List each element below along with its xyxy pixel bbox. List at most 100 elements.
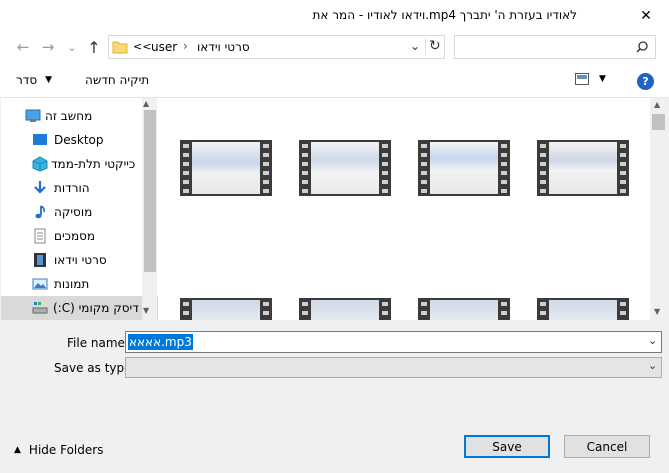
film-sprocket xyxy=(183,311,189,315)
chevron-down-icon: ⌄ xyxy=(67,40,77,54)
film-sprocket xyxy=(382,171,388,175)
organize-button[interactable]: סדר ▼ xyxy=(16,73,52,87)
file-name-field[interactable]: אאאא.mp3 ⌄ xyxy=(125,331,662,353)
film-sprocket xyxy=(620,162,626,166)
scroll-down-icon[interactable]: ▼ xyxy=(143,306,149,315)
sidebar-item-desktop[interactable]: Desktop xyxy=(1,128,142,152)
film-sprocket xyxy=(263,144,269,148)
film-sprocket xyxy=(382,189,388,193)
film-sprocket xyxy=(501,162,507,166)
film-sprocket xyxy=(421,162,427,166)
drive-icon xyxy=(32,302,48,314)
up-button[interactable]: ↑ xyxy=(85,37,103,57)
film-sprocket xyxy=(183,153,189,157)
sidebar-item-this-pc[interactable]: מחשב זה xyxy=(1,104,127,128)
file-list xyxy=(158,98,650,320)
view-options-button[interactable]: ▼ xyxy=(575,73,606,85)
sidebar-item-downloads[interactable]: הורדות xyxy=(1,176,142,200)
film-sprocket xyxy=(501,144,507,148)
film-sprocket xyxy=(263,302,269,306)
film-sprocket xyxy=(263,180,269,184)
breadcrumb-overflow[interactable]: << xyxy=(133,40,151,53)
sidebar-label-this-pc: מחשב זה xyxy=(45,109,93,123)
video-thumbnail[interactable] xyxy=(299,298,391,320)
3d-objects-icon xyxy=(32,156,48,172)
film-sprocket xyxy=(540,144,546,148)
help-icon: ? xyxy=(642,75,649,88)
film-sprocket xyxy=(183,162,189,166)
back-arrow-icon: ← xyxy=(16,38,30,56)
film-sprocket xyxy=(620,144,626,148)
thumbnail-frame xyxy=(311,142,379,194)
film-sprocket xyxy=(540,153,546,157)
film-sprocket xyxy=(421,311,427,315)
sidebar-item-pictures[interactable]: תמונות xyxy=(1,272,142,296)
search-box[interactable] xyxy=(454,35,656,59)
address-divider xyxy=(425,38,426,56)
view-dropdown-icon: ▼ xyxy=(599,74,606,84)
film-sprocket xyxy=(382,302,388,306)
hide-folders-button[interactable]: ▲ Hide Folders xyxy=(14,443,103,457)
forward-arrow-icon: → xyxy=(41,38,55,56)
video-thumbnail[interactable] xyxy=(180,140,272,196)
sidebar-item-documents[interactable]: מסמכים xyxy=(1,224,142,248)
save-button[interactable]: Save xyxy=(464,435,550,458)
sidebar-item-local-disk[interactable]: דיסק מקומי (C:) xyxy=(1,296,158,320)
film-sprocket xyxy=(620,302,626,306)
film-sprocket xyxy=(183,171,189,175)
cancel-button[interactable]: Cancel xyxy=(564,435,650,458)
sidebar-item-videos[interactable]: סרטי וידאו xyxy=(1,248,142,272)
content-scrollbar[interactable] xyxy=(650,98,667,320)
video-thumbnail[interactable] xyxy=(537,140,629,196)
up-arrow-icon: ↑ xyxy=(87,37,101,57)
scroll-down-icon[interactable]: ▼ xyxy=(654,307,660,316)
back-button[interactable]: ← xyxy=(14,38,32,56)
film-sprocket xyxy=(620,153,626,157)
sidebar-item-3d-objects[interactable]: כייקטי תלת-ממד xyxy=(1,152,142,176)
video-thumbnail[interactable] xyxy=(537,298,629,320)
sidebar-item-music[interactable]: מוסיקה xyxy=(1,200,142,224)
address-dropdown-icon[interactable]: ⌄ xyxy=(410,39,420,53)
film-sprocket xyxy=(501,180,507,184)
film-sprocket xyxy=(302,180,308,184)
video-thumbnail[interactable] xyxy=(180,298,272,320)
video-thumbnail[interactable] xyxy=(418,298,510,320)
scroll-up-icon[interactable]: ▲ xyxy=(654,100,660,109)
film-sprocket xyxy=(183,180,189,184)
film-sprocket xyxy=(501,171,507,175)
new-folder-button[interactable]: תיקיה חדשה xyxy=(85,73,149,87)
content-scroll-thumb[interactable] xyxy=(652,114,665,130)
videos-icon xyxy=(34,253,46,267)
save-label: Save xyxy=(492,439,522,454)
save-as-type-select[interactable]: ⌄ xyxy=(125,357,662,378)
video-thumbnail[interactable] xyxy=(299,140,391,196)
address-bar[interactable]: << user › סרטי וידאו ⌄ ↻ xyxy=(108,35,445,59)
file-name-dropdown-icon[interactable]: ⌄ xyxy=(648,334,657,347)
search-input[interactable] xyxy=(457,38,631,57)
sidebar-scroll-thumb[interactable] xyxy=(144,110,156,272)
breadcrumb-user[interactable]: user xyxy=(151,40,177,54)
breadcrumb-videos[interactable]: סרטי וידאו xyxy=(197,40,250,54)
pictures-icon xyxy=(32,278,48,290)
desktop-icon xyxy=(33,134,47,145)
film-sprocket xyxy=(183,189,189,193)
close-button[interactable]: ✕ xyxy=(623,0,669,32)
film-sprocket xyxy=(540,302,546,306)
caret-up-icon: ▲ xyxy=(14,445,21,455)
scroll-up-icon[interactable]: ▲ xyxy=(143,99,149,108)
recent-locations-button[interactable]: ⌄ xyxy=(63,38,81,56)
new-folder-label: תיקיה חדשה xyxy=(85,73,150,87)
video-thumbnail[interactable] xyxy=(418,140,510,196)
forward-button[interactable]: → xyxy=(39,38,57,56)
film-sprocket xyxy=(421,180,427,184)
film-sprocket xyxy=(501,302,507,306)
help-button[interactable]: ? xyxy=(637,73,654,90)
refresh-icon[interactable]: ↻ xyxy=(429,38,441,54)
film-sprocket xyxy=(620,171,626,175)
film-sprocket xyxy=(620,189,626,193)
view-icon xyxy=(575,73,589,85)
film-sprocket xyxy=(382,162,388,166)
folder-icon xyxy=(112,41,128,54)
sidebar-label-videos: סרטי וידאו xyxy=(54,253,107,267)
film-sprocket xyxy=(421,189,427,193)
